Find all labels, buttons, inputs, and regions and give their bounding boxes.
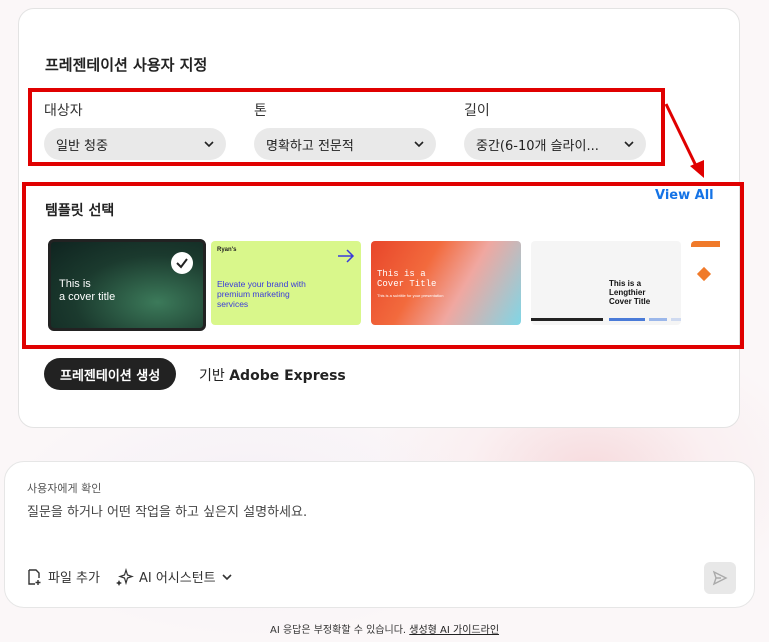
send-button[interactable] [704, 562, 736, 594]
presentation-card: 프레젠테이션 사용자 지정 대상자 일반 청중 톤 명확하고 전문적 길이 중간… [18, 8, 744, 428]
template-thumb-5[interactable] [691, 241, 720, 325]
card-title: 프레젠테이션 사용자 지정 [45, 56, 208, 74]
footer-disclaimer: AI 응답은 부정확할 수 있습니다. 생성형 AI 가이드라인 [269, 625, 500, 636]
tone-label: 톤 [254, 103, 267, 119]
template-thumb-1[interactable]: This is a cover title [48, 239, 206, 331]
chevron-down-icon [204, 141, 214, 148]
arrow-right-icon [338, 249, 355, 263]
audience-label: 대상자 [44, 103, 83, 119]
length-label: 길이 [464, 103, 490, 119]
tone-select[interactable]: 명확하고 전문적 [254, 128, 436, 160]
chat-input[interactable]: 질문을 하거나 어떤 작업을 하고 싶은지 설명하세요. [27, 501, 307, 520]
ai-guidelines-link[interactable]: 생성형 AI 가이드라인 [409, 625, 499, 636]
template-list: This is a cover title Ryan's Elevate you… [48, 239, 720, 331]
template-highlight: 템플릿 선택 View All This is a cover title Ry… [22, 182, 744, 349]
red-arrow-annotation [664, 103, 704, 178]
chevron-down-icon [414, 141, 424, 148]
chevron-down-icon [624, 141, 634, 148]
template-title: 템플릿 선택 [45, 203, 115, 219]
template-thumb-4[interactable]: This is a Lengthier Cover Title [531, 241, 681, 325]
sparkle-icon [115, 567, 134, 586]
template-thumb-3[interactable]: This is a Cover Title This is a subtitle… [371, 241, 521, 325]
audience-select[interactable]: 일반 청중 [44, 128, 226, 160]
send-icon [712, 570, 728, 586]
options-highlight: 대상자 일반 청중 톤 명확하고 전문적 길이 중간(6-10개 슬라이... [28, 88, 665, 166]
based-on-label: 기반 Adobe Express [199, 368, 346, 384]
add-file-icon [28, 568, 41, 585]
chat-toolbar: 파일 추가 AI 어시스턴트 [25, 567, 253, 586]
length-select[interactable]: 중간(6-10개 슬라이... [464, 128, 646, 160]
tone-option: 톤 명확하고 전문적 [254, 100, 436, 160]
length-option: 길이 중간(6-10개 슬라이... [464, 100, 646, 160]
chat-box: 사용자에게 확인 질문을 하거나 어떤 작업을 하고 싶은지 설명하세요. 파일… [4, 461, 755, 608]
chevron-down-icon [222, 573, 232, 580]
checkmark-icon [171, 252, 193, 274]
chat-hint: 사용자에게 확인 [27, 482, 102, 495]
audience-option: 대상자 일반 청중 [44, 100, 226, 160]
template-thumb-2[interactable]: Ryan's Elevate your brand with premium m… [211, 241, 361, 325]
create-presentation-button[interactable]: 프레젠테이션 생성 [44, 358, 177, 390]
ai-assistant-button[interactable]: AI 어시스턴트 [115, 567, 237, 586]
add-file-button[interactable]: 파일 추가 [25, 567, 100, 586]
view-all-link[interactable]: View All [655, 188, 714, 203]
